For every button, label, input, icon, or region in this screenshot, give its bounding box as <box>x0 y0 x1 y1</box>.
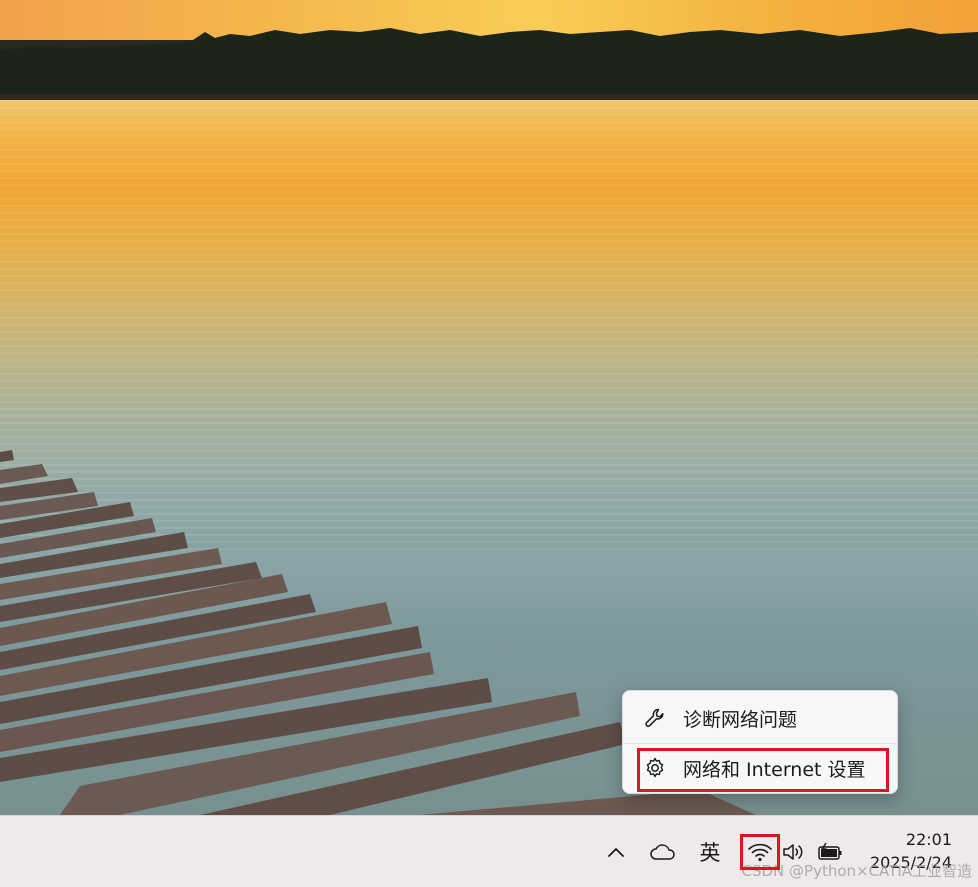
cloud-icon <box>650 844 675 860</box>
onedrive-tray-button[interactable] <box>646 836 680 868</box>
menu-item-diagnose-network[interactable]: 诊断网络问题 <box>629 697 891 739</box>
wrench-icon <box>643 706 667 730</box>
watermark: CSDN @Python×CATIA工业智造 <box>741 862 972 880</box>
chevron-up-icon <box>608 848 624 857</box>
menu-divider <box>623 743 897 744</box>
gear-icon <box>643 756 667 780</box>
menu-item-label: 网络和 Internet 设置 <box>683 758 866 781</box>
menu-item-network-internet-settings[interactable]: 网络和 Internet 设置 <box>629 747 891 789</box>
clock-time: 22:01 <box>905 830 952 849</box>
taskbar: 英 22:01 2025/2/24 CSDN @Python×CATIA工业智造 <box>0 815 978 887</box>
show-hidden-icons-button[interactable] <box>602 836 630 868</box>
network-context-menu: 诊断网络问题 网络和 Internet 设置 <box>622 690 898 794</box>
tree-line <box>0 28 978 100</box>
input-method-indicator[interactable]: 英 <box>694 834 726 870</box>
menu-item-label: 诊断网络问题 <box>683 708 798 731</box>
